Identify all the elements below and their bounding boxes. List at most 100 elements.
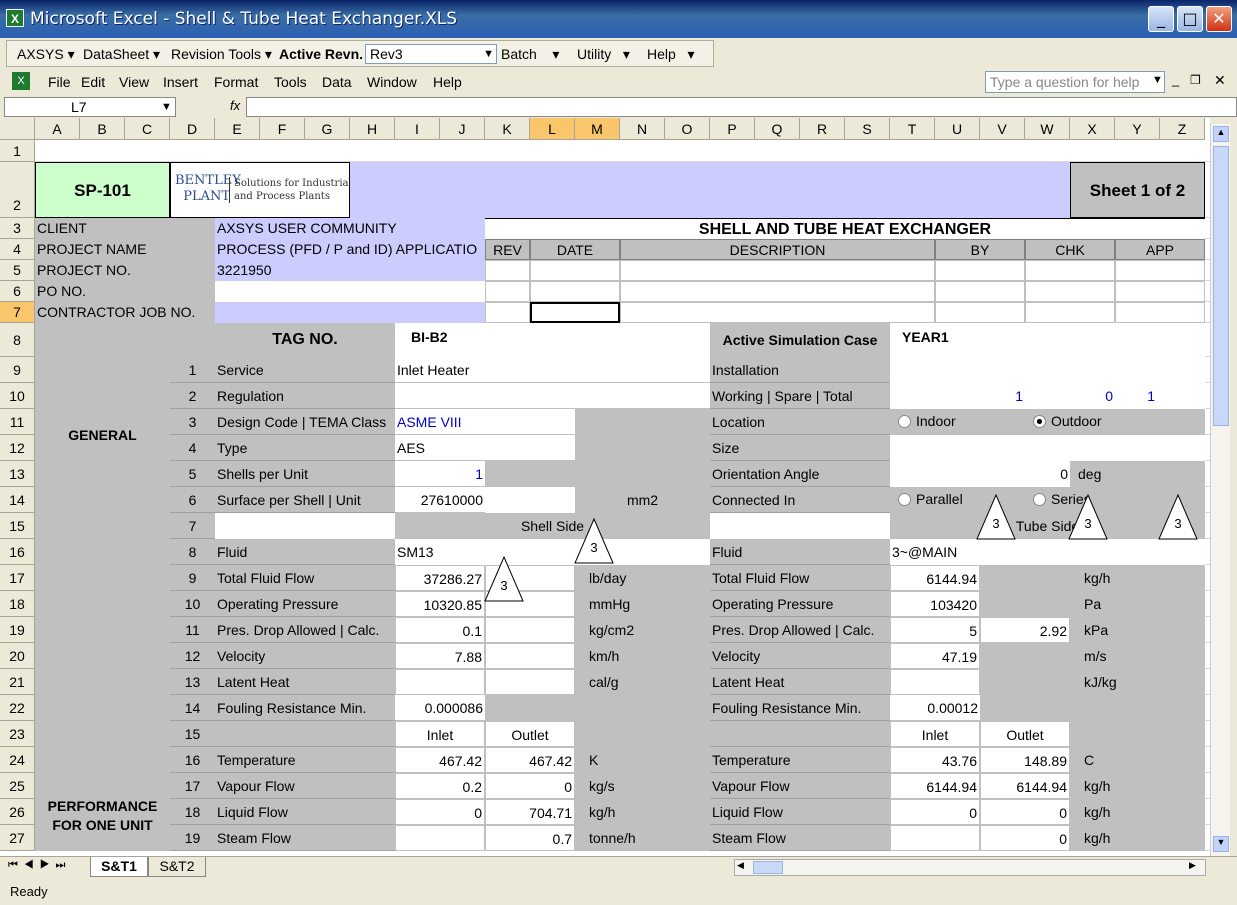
datasheet-menu[interactable]: DataSheet ▾ [83, 46, 160, 63]
column-header[interactable]: K [485, 118, 530, 140]
row-header[interactable]: 4 [0, 239, 35, 260]
excel-app-icon[interactable]: X [6, 9, 24, 27]
name-box[interactable]: L7 ▼ [4, 97, 176, 117]
row-header[interactable]: 23 [0, 721, 35, 747]
column-header[interactable]: U [935, 118, 980, 140]
minimize-button[interactable]: _ [1148, 6, 1174, 32]
column-header[interactable]: A [35, 118, 80, 140]
column-header[interactable]: F [260, 118, 305, 140]
column-header[interactable]: Z [1160, 118, 1205, 140]
worksheet-grid[interactable]: A B C D E F G H I J K L M N O P Q R S T U V W X Y Z 1 2 3 4 5 6 7 8 9 10 11 1… [0, 118, 1210, 856]
column-header[interactable]: J [440, 118, 485, 140]
tab-st1[interactable]: S&T1 [90, 857, 148, 877]
row-header[interactable]: 26 [0, 799, 35, 825]
batch-menu[interactable]: Batch ▾ [501, 46, 559, 63]
row-header[interactable]: 13 [0, 461, 35, 487]
active-revn-select[interactable]: Rev3 ▼ [365, 44, 497, 64]
series-radio[interactable] [1033, 493, 1046, 506]
h-scroll-thumb[interactable] [753, 861, 783, 874]
menu-insert[interactable]: Insert [163, 74, 198, 90]
indoor-radio[interactable] [898, 415, 911, 428]
column-header[interactable]: Y [1115, 118, 1160, 140]
axsys-menu[interactable]: AXSYS ▾ [17, 46, 75, 63]
menu-edit[interactable]: Edit [81, 74, 105, 90]
horizontal-scrollbar[interactable]: ◀ ▶ [734, 859, 1206, 876]
selected-cell-l7[interactable] [530, 302, 620, 323]
row-header[interactable]: 22 [0, 695, 35, 721]
column-header[interactable]: H [350, 118, 395, 140]
column-header[interactable]: S [845, 118, 890, 140]
row-header[interactable]: 14 [0, 487, 35, 513]
row-header[interactable]: 16 [0, 539, 35, 565]
row-header[interactable]: 2 [0, 162, 35, 218]
outdoor-radio[interactable] [1033, 415, 1046, 428]
tab-nav-icons[interactable]: ⏮◀▶⏭ [8, 859, 71, 872]
column-header[interactable]: G [305, 118, 350, 140]
scroll-left-button[interactable]: ◀ [737, 860, 751, 875]
column-header[interactable]: X [1070, 118, 1115, 140]
column-header[interactable]: I [395, 118, 440, 140]
menu-format[interactable]: Format [214, 74, 258, 90]
workbook-icon[interactable]: X [12, 72, 30, 90]
column-header[interactable]: D [170, 118, 215, 140]
close-button[interactable]: ✕ [1206, 6, 1232, 32]
doc-minimize-button[interactable]: _ [1172, 72, 1179, 87]
scroll-right-button[interactable]: ▶ [1189, 860, 1203, 875]
row-header[interactable]: 18 [0, 591, 35, 617]
column-header[interactable]: C [125, 118, 170, 140]
scroll-thumb[interactable] [1213, 146, 1229, 426]
column-header[interactable]: T [890, 118, 935, 140]
parallel-radio[interactable] [898, 493, 911, 506]
row-header[interactable]: 1 [0, 140, 35, 162]
row-header[interactable]: 9 [0, 357, 35, 383]
maximize-button[interactable]: □ [1177, 6, 1203, 32]
revision-tools-menu[interactable]: Revision Tools ▾ [171, 46, 272, 63]
column-header[interactable]: B [80, 118, 125, 140]
scroll-down-button[interactable]: ▼ [1213, 836, 1229, 852]
row-header[interactable]: 27 [0, 825, 35, 851]
utility-menu[interactable]: Utility ▾ [577, 46, 630, 63]
column-header[interactable]: R [800, 118, 845, 140]
menu-tools[interactable]: Tools [274, 74, 307, 90]
doc-close-button[interactable]: ✕ [1214, 72, 1226, 89]
help-dropdown-icon[interactable]: ▼ [1152, 74, 1163, 86]
column-header[interactable]: Q [755, 118, 800, 140]
help-menu-toolbar[interactable]: Help ▾ [647, 46, 695, 63]
menu-data[interactable]: Data [322, 74, 352, 90]
row-header[interactable]: 10 [0, 383, 35, 409]
row-header[interactable]: 20 [0, 643, 35, 669]
fx-icon[interactable]: fx [230, 98, 240, 113]
scroll-up-button[interactable]: ▲ [1213, 126, 1229, 142]
row-header[interactable]: 11 [0, 409, 35, 435]
vertical-scrollbar[interactable]: ▲ ▼ [1210, 124, 1230, 856]
column-header[interactable]: N [620, 118, 665, 140]
column-header[interactable]: E [215, 118, 260, 140]
menu-help[interactable]: Help [433, 74, 462, 90]
row-header[interactable]: 19 [0, 617, 35, 643]
row-header[interactable]: 17 [0, 565, 35, 591]
doc-restore-button[interactable]: ❐ [1190, 73, 1201, 87]
column-header[interactable]: L [530, 118, 575, 140]
formula-input[interactable] [246, 97, 1237, 117]
row-header[interactable]: 25 [0, 773, 35, 799]
column-header[interactable]: W [1025, 118, 1070, 140]
column-header[interactable]: O [665, 118, 710, 140]
row-header[interactable]: 8 [0, 323, 35, 357]
row-header[interactable]: 6 [0, 281, 35, 302]
row-header[interactable]: 7 [0, 302, 35, 323]
help-search-input[interactable]: Type a question for help [985, 71, 1165, 93]
row-header[interactable]: 15 [0, 513, 35, 539]
column-header[interactable]: V [980, 118, 1025, 140]
menu-file[interactable]: File [48, 74, 71, 90]
row-header[interactable]: 21 [0, 669, 35, 695]
column-header[interactable]: M [575, 118, 620, 140]
menu-view[interactable]: View [119, 74, 149, 90]
corner-select-all[interactable] [0, 118, 35, 140]
row-header[interactable]: 24 [0, 747, 35, 773]
row-header[interactable]: 3 [0, 218, 35, 239]
row-header[interactable]: 5 [0, 260, 35, 281]
menu-window[interactable]: Window [367, 74, 417, 90]
column-header[interactable]: P [710, 118, 755, 140]
row-header[interactable]: 12 [0, 435, 35, 461]
tab-st2[interactable]: S&T2 [148, 857, 206, 877]
